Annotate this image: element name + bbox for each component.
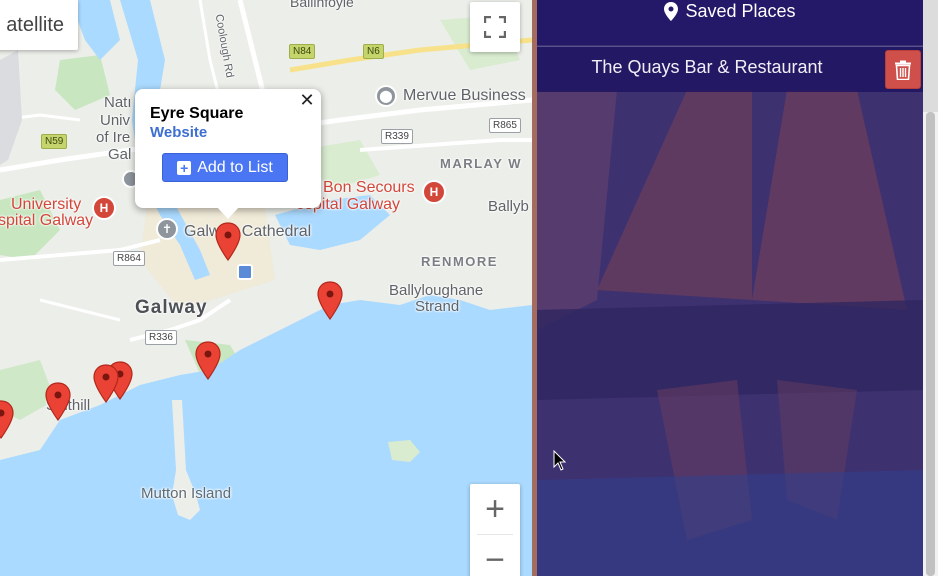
- website-link[interactable]: Website: [150, 124, 207, 141]
- add-to-list-label: Add to List: [197, 158, 273, 176]
- zoom-control: + −: [470, 484, 520, 576]
- saved-place-item[interactable]: The Quays Bar & Restaurant: [537, 46, 923, 92]
- hospital-icon: H: [92, 196, 116, 220]
- map-label-renmore: RENMORE: [421, 254, 498, 269]
- map-label-ballyloughane-2: Strand: [415, 298, 460, 315]
- delete-place-button[interactable]: [885, 50, 921, 89]
- map-label-ballinfoyle: Ballinfoyle: [290, 0, 354, 10]
- scrollbar-thumb[interactable]: [926, 112, 935, 576]
- map-marker[interactable]: [45, 382, 71, 422]
- map-label-bon-secours-1: Bon Secours: [323, 179, 415, 196]
- road-shield-r865: R865: [489, 118, 521, 133]
- road-shield-r864: R864: [113, 251, 145, 266]
- map-marker[interactable]: [215, 222, 241, 262]
- panel-header: Saved Places: [537, 0, 923, 45]
- map-label-nat-univ-4: Gal: [108, 146, 132, 163]
- transit-icon: [237, 264, 253, 280]
- hospital-icon: H: [422, 180, 446, 204]
- mouse-cursor-icon: [553, 450, 567, 471]
- fullscreen-icon: [484, 16, 506, 38]
- map-label-university-2: spital Galway: [0, 212, 94, 229]
- info-window-title: Eyre Square: [150, 105, 244, 122]
- saved-places-panel: Saved Places The Quays Bar & Restaurant: [537, 0, 923, 576]
- panel-title: Saved Places: [685, 1, 796, 21]
- map-marker[interactable]: [93, 364, 119, 404]
- business-park-icon: ⬤: [375, 85, 397, 107]
- map-label-nat-univ-2: Univ: [100, 112, 131, 129]
- map-label-mutton-island: Mutton Island: [141, 485, 232, 502]
- map-marker[interactable]: [317, 281, 343, 321]
- saved-place-name[interactable]: The Quays Bar & Restaurant: [537, 57, 877, 78]
- zoom-out-button[interactable]: −: [470, 535, 520, 576]
- road-shield-r336: R336: [145, 330, 177, 345]
- map-label-marlay: MARLAY W: [440, 156, 523, 171]
- add-to-list-button[interactable]: + Add to List: [162, 153, 288, 182]
- road-shield-n6: N6: [363, 44, 384, 59]
- church-icon: ✝: [156, 218, 178, 240]
- map-marker[interactable]: [0, 400, 14, 440]
- map-marker[interactable]: [195, 341, 221, 381]
- map-label-mervue: Mervue Business: [403, 87, 526, 104]
- satellite-button[interactable]: atellite: [0, 0, 78, 50]
- fullscreen-button[interactable]: [470, 2, 520, 52]
- map-label-galway: Galway: [135, 297, 208, 318]
- close-icon[interactable]: ✕: [297, 90, 317, 110]
- plus-square-icon: +: [177, 160, 192, 175]
- info-window: Eyre Square Website ✕ + Add to List: [135, 89, 321, 219]
- map-pin-icon: [664, 2, 679, 21]
- road-shield-n84: N84: [289, 44, 316, 59]
- map-canvas[interactable]: Ballinfoyle Coolough Rd ⬤ Mervue Busines…: [0, 0, 532, 576]
- scrollbar-track-upper[interactable]: [923, 0, 938, 112]
- map-label-ballyloughane-1: Ballyloughane: [389, 282, 484, 299]
- zoom-in-button[interactable]: +: [470, 484, 520, 534]
- trash-icon: [895, 60, 911, 80]
- map-label-nat-univ-3: of Ire: [96, 129, 131, 146]
- map-label-ballyb: Ballyb: [488, 198, 529, 215]
- map-label-cathedral: Galway Cathedral: [184, 223, 312, 240]
- road-shield-r339: R339: [381, 129, 413, 144]
- map-label-nat-univ-1: Natı: [104, 94, 132, 111]
- road-shield-n59: N59: [41, 134, 68, 149]
